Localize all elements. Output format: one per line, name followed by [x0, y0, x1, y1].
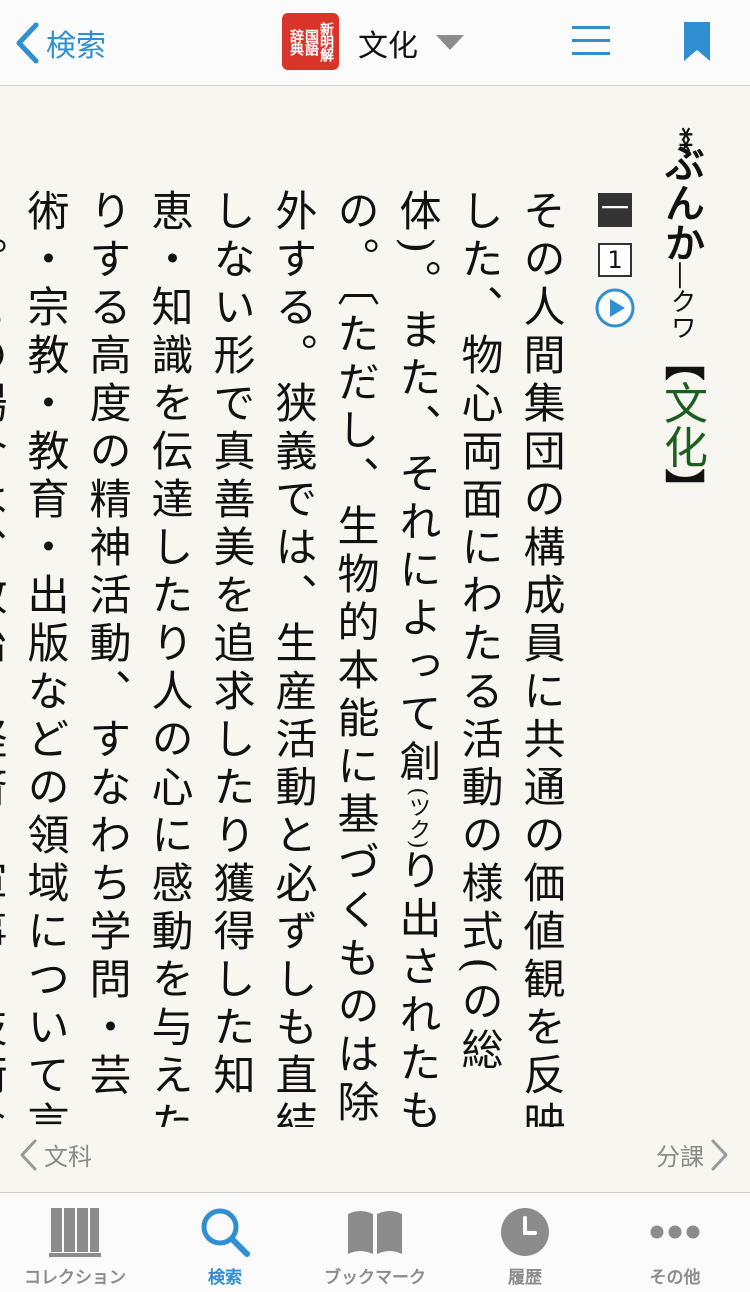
tab-bookmark[interactable]: ブックマーク	[300, 1193, 450, 1292]
sub-sense-number-badge: 1	[598, 243, 632, 277]
chevron-left-icon	[20, 1139, 37, 1170]
kanji-bracket-open: 【	[658, 340, 704, 381]
open-book-icon	[348, 1211, 402, 1254]
play-icon	[595, 288, 635, 328]
chevron-left-icon	[16, 22, 39, 64]
books-icon	[49, 1208, 101, 1257]
back-button[interactable]: 検索	[14, 18, 106, 68]
tab-label: コレクション	[24, 1268, 126, 1288]
sense-number-badge: 一	[598, 193, 632, 227]
top-navigation-bar: 検索 新明解 国語 辞典 文化	[0, 0, 750, 86]
next-entry-link[interactable]: 分課	[656, 1137, 730, 1172]
tab-search[interactable]: 検索	[150, 1193, 300, 1292]
menu-button[interactable]	[572, 24, 610, 62]
dictionary-logo-line: 国語	[303, 28, 319, 55]
chevron-right-icon	[711, 1139, 728, 1170]
play-audio-button[interactable]	[594, 287, 636, 333]
clock-icon	[501, 1208, 549, 1256]
tab-label: ブックマーク	[324, 1268, 426, 1288]
tab-collection[interactable]: コレクション	[0, 1193, 150, 1292]
back-button-label: 検索	[46, 29, 106, 64]
headword-historical-reading: ―クワ	[666, 262, 696, 341]
headword-reading: ぶんか	[658, 142, 704, 263]
headword: **ぶんか―クワ【文化】	[656, 127, 707, 509]
bookmark-icon	[684, 22, 710, 61]
tab-bar: コレクション 検索 ブックマーク 履歴 その他	[0, 1192, 750, 1292]
next-entry-label: 分課	[656, 1143, 704, 1171]
search-icon	[201, 1208, 250, 1257]
kanji-bracket-close: 】	[658, 468, 704, 509]
headword-kanji: 文化	[656, 380, 707, 469]
hamburger-menu-icon	[572, 26, 610, 55]
dictionary-logo: 新明解 国語 辞典	[282, 13, 339, 70]
dictionary-entry-page: **ぶんか―クワ【文化】 一 1 その人間集団の構成員に共通の価値観を反映した、…	[0, 87, 750, 1127]
entry-title: 文化	[358, 29, 418, 64]
dictionary-logo-line: 辞典	[288, 28, 304, 55]
previous-entry-link[interactable]: 文科	[18, 1137, 92, 1172]
entry-navigation: 文科 分課	[0, 1127, 750, 1191]
definition-text: その人間集団の構成員に共通の価値観を反映した、物心両面にわたる活動の様式(の総体…	[0, 189, 572, 1127]
dictionary-logo-line: 新明解	[318, 22, 334, 61]
tab-label: 検索	[208, 1268, 242, 1288]
previous-entry-label: 文科	[44, 1143, 92, 1171]
caret-down-icon	[436, 35, 464, 50]
tab-label: 履歴	[508, 1268, 542, 1288]
entry-title-dropdown[interactable]: 文化	[358, 18, 464, 68]
tab-more[interactable]: その他	[600, 1193, 750, 1292]
more-icon	[650, 1225, 700, 1239]
definition-text-part: り出されたもの。〔ただし、生物的本能に基づくものは除外する。狭義では、生産活動と…	[0, 189, 442, 1127]
tab-history[interactable]: 履歴	[450, 1193, 600, 1292]
furigana: (ツク)	[405, 787, 430, 849]
bookmark-button[interactable]	[684, 22, 710, 66]
tab-label: その他	[649, 1268, 701, 1288]
